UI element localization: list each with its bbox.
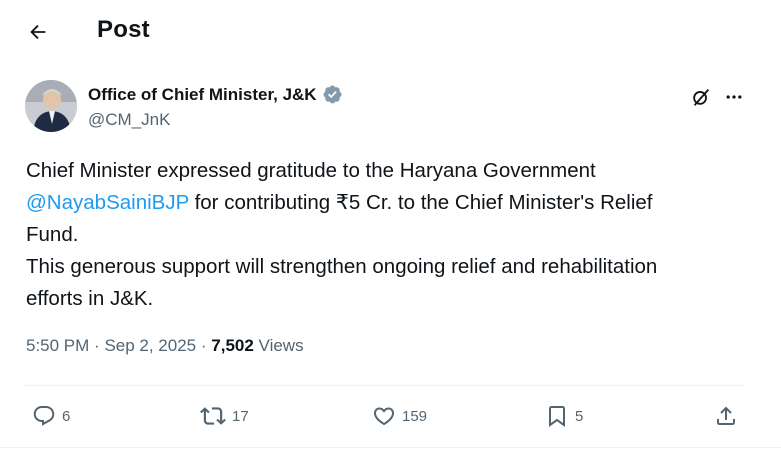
post-time[interactable]: 5:50 PM	[26, 336, 89, 355]
repost-button[interactable]: 17	[200, 400, 249, 432]
mention-link[interactable]: @NayabSainiBJP	[26, 191, 189, 214]
repost-icon	[200, 407, 226, 425]
repost-count: 17	[232, 407, 249, 425]
post-text-line: This generous support will strengthen on…	[26, 255, 658, 278]
like-button[interactable]: 159	[372, 400, 427, 432]
avatar-image	[25, 80, 77, 132]
more-dots-icon	[726, 95, 742, 99]
post-meta: 5:50 PM · Sep 2, 2025 · 7,502 Views	[26, 336, 304, 356]
bookmark-button[interactable]: 5	[545, 400, 583, 432]
reply-button[interactable]: 6	[32, 400, 70, 432]
like-count: 159	[402, 407, 428, 425]
post-text-line: efforts in J&K.	[26, 287, 154, 310]
views-label: Views	[258, 336, 304, 355]
meta-separator: ·	[200, 336, 212, 355]
post-date[interactable]: Sep 2, 2025	[104, 336, 196, 355]
meta-separator: ·	[94, 336, 105, 355]
back-button[interactable]	[22, 16, 54, 48]
arrow-left-icon	[30, 24, 46, 40]
more-options-button[interactable]	[721, 84, 747, 110]
divider	[24, 385, 746, 386]
post-text-line: @NayabSainiBJP for contributing ₹5 Cr. t…	[26, 187, 746, 219]
divider	[0, 447, 781, 448]
post-header: Post	[0, 0, 781, 62]
views-count: 7,502	[211, 336, 254, 355]
verified-badge-icon	[323, 85, 342, 104]
post-text-line: Chief Minister expressed gratitude to th…	[26, 159, 596, 182]
action-bar: 6 17 159 5	[0, 396, 781, 436]
heart-icon	[373, 407, 395, 426]
author-name[interactable]: Office of Chief Minister, J&K	[88, 84, 343, 105]
post-text-fragment: for contributing ₹5 Cr. to the Chief Min…	[188, 191, 653, 214]
grok-button[interactable]	[688, 84, 714, 110]
author-name-text: Office of Chief Minister, J&K	[88, 84, 317, 104]
avatar[interactable]	[25, 80, 77, 132]
author-handle[interactable]: @CM_JnK	[88, 110, 170, 130]
share-button[interactable]	[714, 400, 738, 432]
reply-icon	[33, 406, 55, 426]
reply-count: 6	[62, 407, 71, 425]
bookmark-icon	[549, 406, 565, 427]
post-text-line: Fund.	[26, 223, 79, 246]
post-text: Chief Minister expressed gratitude to th…	[26, 155, 746, 315]
grok-icon	[693, 89, 710, 106]
bookmark-count: 5	[575, 407, 584, 425]
share-icon	[717, 406, 735, 425]
page-title: Post	[97, 16, 150, 43]
